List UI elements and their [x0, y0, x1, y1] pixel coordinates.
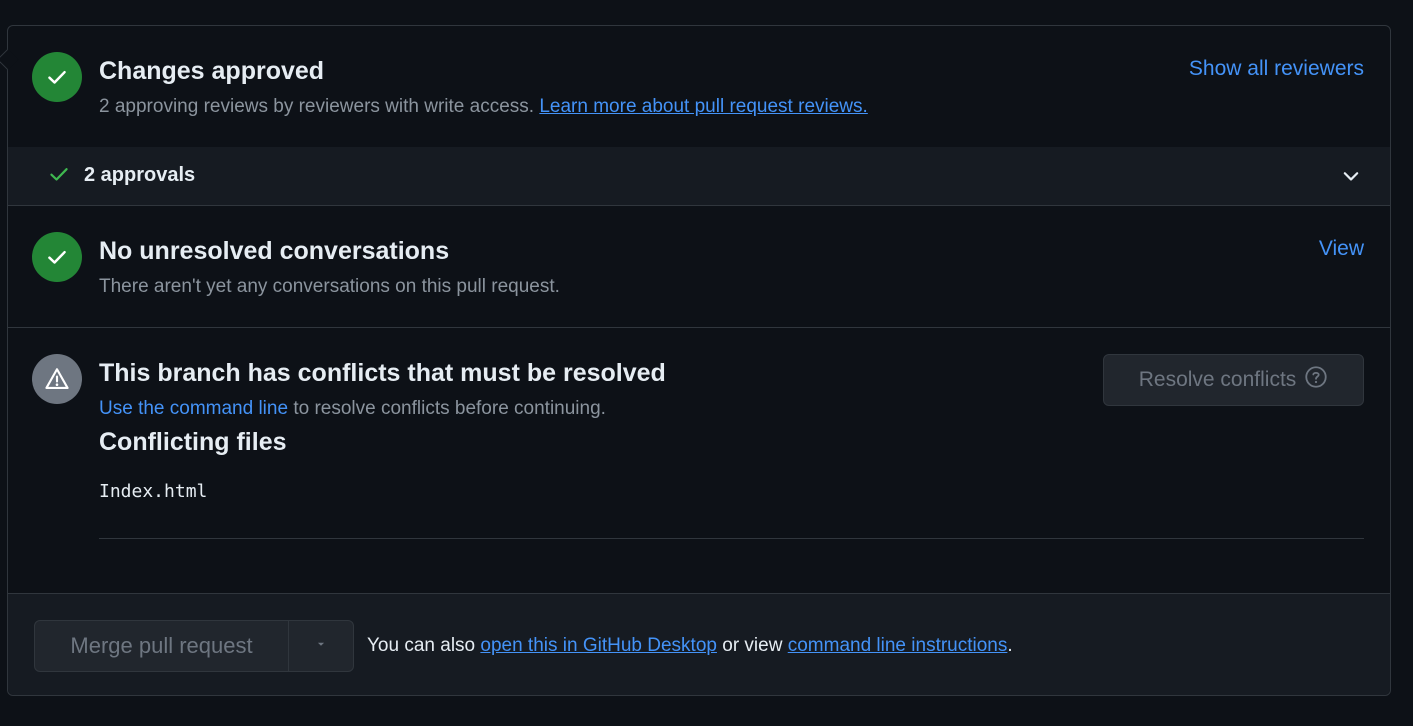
conversations-description: There aren't yet any conversations on th… [99, 276, 560, 297]
approval-title: Changes approved [99, 57, 325, 85]
merge-footer: Merge pull request You can also open thi… [8, 593, 1390, 695]
use-command-line-link[interactable]: Use the command line [99, 398, 288, 419]
approval-desc-text: 2 approving reviews by reviewers with wr… [99, 96, 535, 117]
approvals-toggle[interactable]: 2 approvals [8, 147, 1390, 206]
merge-dropdown-button [289, 621, 353, 671]
conflicts-desc-tail: to resolve conflicts before continuing. [288, 398, 606, 419]
view-conversations-link[interactable]: View [1319, 237, 1364, 261]
merge-text-end: . [1007, 635, 1013, 656]
triangle-down-icon [314, 637, 328, 656]
files-divider [99, 538, 1364, 539]
show-all-reviewers-link[interactable]: Show all reviewers [1189, 57, 1364, 81]
merge-button-group: Merge pull request [34, 620, 354, 672]
chevron-down-icon[interactable] [1340, 165, 1362, 192]
question-icon [1304, 365, 1328, 395]
conversations-title: No unresolved conversations [99, 237, 450, 265]
timeline-caret [0, 48, 19, 71]
merge-text-mid: or view [716, 635, 788, 656]
conflicts-title: This branch has conflicts that must be r… [99, 359, 666, 387]
merge-box: Changes approved 2 approving reviews by … [0, 25, 1391, 696]
approved-check-icon [32, 52, 82, 102]
merge-alternatives-text: You can also open this in GitHub Desktop… [367, 635, 1013, 657]
alert-icon [32, 354, 82, 404]
learn-more-link[interactable]: Learn more about pull request reviews. [539, 96, 867, 117]
approval-description: 2 approving reviews by reviewers with wr… [99, 96, 868, 118]
section-divider [8, 327, 1390, 328]
conversations-check-icon [32, 232, 82, 282]
conflicts-description: Use the command line to resolve conflict… [99, 398, 606, 420]
conflicting-file: Index.html [99, 481, 208, 502]
command-line-instructions-link[interactable]: command line instructions [788, 635, 1008, 656]
approvals-count: 2 approvals [84, 164, 196, 186]
resolve-conflicts-button: Resolve conflicts [1103, 354, 1364, 406]
merge-pull-request-button: Merge pull request [35, 621, 289, 671]
merge-text-before: You can also [367, 635, 481, 656]
approval-check-icon [48, 163, 70, 190]
resolve-conflicts-label: Resolve conflicts [1138, 368, 1297, 391]
conflicting-files-heading: Conflicting files [99, 428, 287, 456]
github-desktop-link[interactable]: open this in GitHub Desktop [480, 635, 717, 656]
